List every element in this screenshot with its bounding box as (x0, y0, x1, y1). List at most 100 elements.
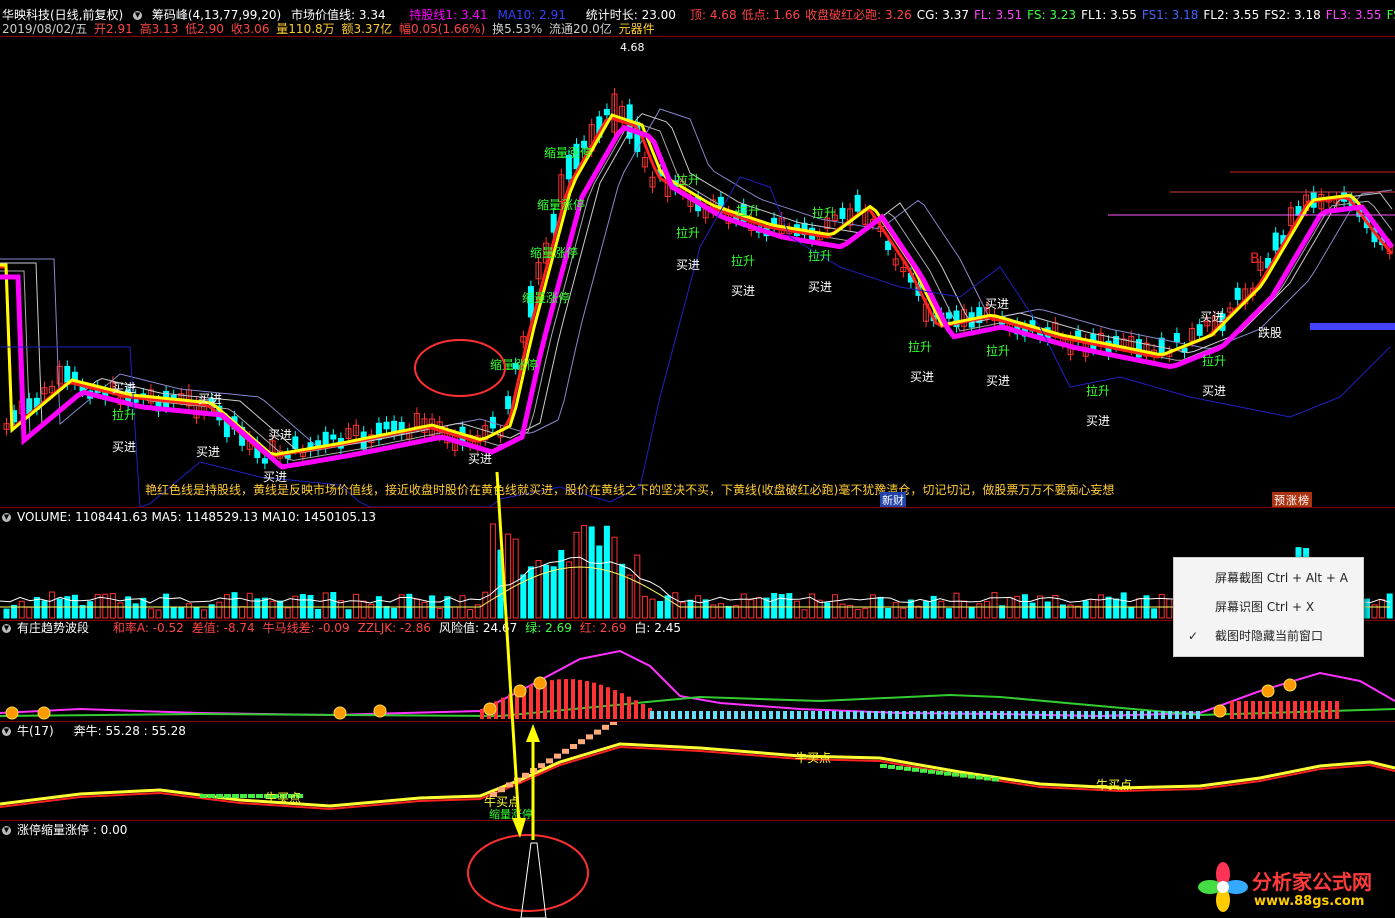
trend-value-5: 绿: 2.69 (525, 621, 572, 635)
shrink-limit-label: 缩量涨停 (537, 197, 585, 212)
volume-bar (512, 538, 519, 619)
volume-bar (345, 609, 352, 619)
volume-bar (505, 533, 512, 619)
menu-item-hide-window[interactable]: ✓ 截图时隐藏当前窗口 (1174, 622, 1363, 650)
limit-panel[interactable]: ▼ 涨停缩量涨停 : 0.00 (0, 821, 1395, 918)
buy-label: 买进 (1086, 414, 1110, 428)
volume-bar (353, 593, 360, 619)
trend-title: 有庄趋势波段 (17, 621, 90, 635)
quote-low: 低2.90 (185, 22, 224, 36)
bull-green-block (928, 769, 935, 774)
indicator-name[interactable]: 筹码峰(4,13,77,99,20) (152, 8, 281, 22)
volume-bar (535, 560, 542, 619)
buy-label: 买进 (112, 440, 136, 454)
volume-bar (1082, 600, 1089, 619)
volume-bar (1105, 596, 1112, 619)
bull-chart[interactable]: 牛买点 牛买点牛买点牛买点缩量涨停 (0, 722, 1395, 820)
bull-block (562, 748, 569, 754)
trend-value-7: 白: 2.45 (634, 621, 681, 635)
menu-item-recognize[interactable]: 屏幕识图 Ctrl + X (1174, 593, 1363, 621)
bull-panel[interactable]: 牛买点 牛买点 牛买点 牛买点 缩量涨停 ▼ 牛(17) 奔牛: 55.28 : 55.28 (0, 722, 1395, 820)
bull-green-block (888, 764, 895, 769)
bull-green-block (232, 794, 239, 798)
menu-item-label: 屏幕截图 Ctrl + Alt + A (1215, 571, 1348, 585)
trend-cyan-bar (1091, 711, 1095, 719)
pullup-label: 拉升 (908, 339, 932, 354)
volume-bar (976, 603, 983, 619)
trend-cyan-bar (706, 711, 710, 719)
candle (854, 194, 861, 212)
trend-cyan-bar (853, 711, 857, 719)
trend-cyan-bar (1063, 711, 1067, 719)
pullup-label: 拉升 (1202, 353, 1226, 368)
trend-cyan-bar (1175, 711, 1179, 719)
collapse-icon[interactable]: ▼ (2, 826, 11, 835)
volume-bar (109, 593, 116, 619)
header-value-6: FL1: 3.55 (1081, 8, 1137, 22)
trend-red-bar (585, 681, 589, 719)
badge-forecast[interactable]: 预涨榜 (1272, 492, 1312, 507)
limit-chart[interactable] (0, 821, 1395, 918)
collapse-icon[interactable]: ▼ (2, 727, 11, 736)
volume-bar (961, 600, 968, 619)
trend-cyan-bar (762, 711, 766, 719)
trend-cyan-bar (916, 711, 920, 719)
watermark-title: 分析家公式网 (1252, 870, 1372, 894)
trend-cyan-bar (1014, 711, 1018, 719)
bull-block (530, 768, 537, 773)
trend-cyan-bar (846, 711, 850, 719)
trend-cyan-bar (727, 711, 731, 719)
menu-item-screenshot[interactable]: 屏幕截图 Ctrl + Alt + A (1174, 564, 1363, 592)
volume-bar (839, 603, 846, 619)
pullup-label: 拉升 (812, 205, 836, 220)
volume-bar (1386, 593, 1393, 619)
bull-green-block (968, 774, 975, 779)
price-chart[interactable]: 4.68买进 买进买进买进买进买进 买进买进 买进买进买进买进买进买进买进买进拉升拉升… (0, 37, 1395, 507)
stock-title[interactable]: 华映科技(日线,前复权) (2, 8, 123, 22)
trend-cyan-bar (1168, 711, 1172, 719)
trend-cyan-bar (1189, 711, 1193, 719)
volume-bar (831, 594, 838, 619)
limit-header: ▼ 涨停缩量涨停 : 0.00 (2, 823, 133, 837)
volume-bar (786, 593, 793, 619)
trend-cyan-bar (972, 711, 976, 719)
b-signal-label: B (1250, 251, 1260, 267)
volume-bar (991, 592, 998, 619)
trend-cyan-bar (755, 711, 759, 719)
bull-buy-label: 牛买点 (795, 750, 831, 765)
header-value-1: 低点: 1.66 (741, 8, 801, 22)
volume-bar (117, 602, 124, 619)
volume-bar (801, 609, 808, 619)
bull-green-block (240, 794, 247, 798)
collapse-icon[interactable]: ▼ (2, 513, 11, 522)
candle (603, 108, 610, 116)
volume-bar (999, 605, 1006, 619)
volume-bar (573, 531, 580, 619)
collapse-icon[interactable]: ▼ (2, 624, 11, 633)
bull-green-block (904, 766, 911, 771)
volume-bar (56, 598, 63, 619)
screenshot-context-menu[interactable]: 屏幕截图 Ctrl + Alt + A 屏幕识图 Ctrl + X ✓ 截图时隐藏… (1173, 557, 1364, 657)
trend-cyan-bar (958, 711, 962, 719)
trend-red-bar (550, 680, 554, 719)
volume-bar (467, 608, 474, 619)
bull-buy-label: 牛买点 (265, 790, 301, 805)
trend-cyan-bar (1112, 711, 1116, 719)
volume-bar (634, 554, 641, 619)
bull-value: 奔牛: 55.28 : 55.28 (73, 724, 186, 738)
trend-cyan-bar (797, 711, 801, 719)
main-chart-panel[interactable]: 4.68 买进 买进 买进 买进 买进 买进 买进 买进 买进 买进 买进 买进 买进 买进 买进 买进 拉升 拉升… (0, 37, 1395, 507)
volume-bar (983, 600, 990, 619)
trend-cyan-bar (650, 711, 654, 719)
bull-block (538, 763, 545, 769)
volume-bar (1379, 599, 1386, 619)
coin-icon (37, 706, 51, 720)
trend-cyan-bar (699, 711, 703, 719)
dropdown-icon[interactable]: ▼ (133, 11, 143, 20)
trend-cyan-bar (909, 711, 913, 719)
candle (1158, 337, 1165, 354)
trend-cyan-bar (657, 711, 661, 719)
trend-cyan-bar (951, 711, 955, 719)
buy-label: 买进 (676, 258, 700, 272)
trend-cyan-bar (818, 711, 822, 719)
